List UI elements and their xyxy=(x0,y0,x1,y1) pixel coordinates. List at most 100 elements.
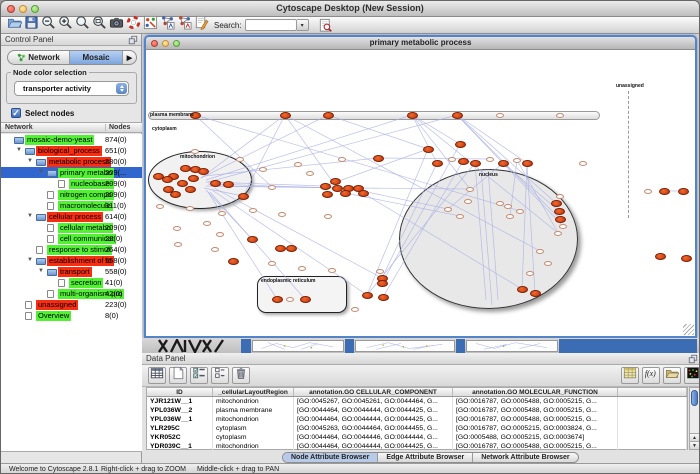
network-node-selected[interactable] xyxy=(320,183,331,190)
network-canvas[interactable]: plasma membrane cytoplasm mitochondrion … xyxy=(146,50,695,336)
network-window-title-bar[interactable]: primary metabolic process xyxy=(146,37,695,50)
network-node-unselected[interactable] xyxy=(351,307,359,312)
network-node-unselected[interactable] xyxy=(526,271,534,276)
tab-edge-attribute-browser[interactable]: Edge Attribute Browser xyxy=(378,453,473,462)
network-node-selected[interactable] xyxy=(330,178,341,185)
function-builder-button[interactable]: f(x) xyxy=(642,367,660,384)
tree-row-cell-communicat[interactable]: cell communicat22(0) xyxy=(1,233,142,244)
tab-overflow-button[interactable]: ▶ xyxy=(123,51,136,64)
tree-row-establishment-of-lo[interactable]: ▼establishment of lo558(0) xyxy=(1,255,142,266)
network-node-unselected[interactable] xyxy=(536,249,544,254)
network-node-unselected[interactable] xyxy=(186,206,194,211)
network-node-selected[interactable] xyxy=(185,186,196,193)
network-node-selected[interactable] xyxy=(180,165,191,172)
network-node-selected[interactable] xyxy=(162,176,173,183)
scroll-up-button[interactable]: ▲ xyxy=(690,433,699,441)
network-node-selected[interactable] xyxy=(555,216,566,223)
search-advanced-icon[interactable] xyxy=(318,18,333,33)
tree-row-transport[interactable]: ▼transport558(0) xyxy=(1,266,142,277)
network-node-unselected[interactable] xyxy=(191,149,199,154)
network-node-selected[interactable] xyxy=(362,292,373,299)
network-node-selected[interactable] xyxy=(530,290,541,297)
network-node-unselected[interactable] xyxy=(448,157,456,162)
network-node-unselected[interactable] xyxy=(456,214,464,219)
network-node-selected[interactable] xyxy=(323,112,334,119)
tree-row-unassigned[interactable]: unassigned223(0) xyxy=(1,299,142,310)
attribute-grid-button[interactable] xyxy=(148,367,166,384)
network-node-unselected[interactable] xyxy=(559,224,567,229)
network-node-selected[interactable] xyxy=(423,146,434,153)
network-node-unselected[interactable] xyxy=(556,194,564,199)
network-node-selected[interactable] xyxy=(275,245,286,252)
network-node-unselected[interactable] xyxy=(466,187,474,192)
network-node-unselected[interactable] xyxy=(324,214,332,219)
network-node-selected[interactable] xyxy=(554,208,565,215)
snapshot-icon[interactable] xyxy=(109,15,124,30)
tree-row-macromolecule[interactable]: macromolecule311(0) xyxy=(1,200,142,211)
network-node-unselected[interactable] xyxy=(268,261,276,266)
zoom-in-icon[interactable] xyxy=(58,15,73,30)
network-node-unselected[interactable] xyxy=(268,185,276,190)
tree-row-primary-metabo[interactable]: ▼primary metabo209(... xyxy=(1,167,142,178)
network-node-unselected[interactable] xyxy=(338,157,346,162)
network-node-selected[interactable] xyxy=(228,258,239,265)
network-node-unselected[interactable] xyxy=(286,297,294,302)
network-node-selected[interactable] xyxy=(498,160,509,167)
column-header--cellularlayoutregion[interactable]: _cellularLayoutRegion xyxy=(213,388,294,396)
table-row-ylr295c[interactable]: YLR295Ccytoplasm[GO:0045263, GO:0044464,… xyxy=(147,424,687,433)
network-node-unselected[interactable] xyxy=(218,211,226,216)
search-dropdown-button[interactable]: ▾ xyxy=(297,19,309,31)
network-node-unselected[interactable] xyxy=(554,231,562,236)
tab-mosaic[interactable]: Mosaic xyxy=(70,51,123,64)
network-node-selected[interactable] xyxy=(238,193,249,200)
table-row-yjr121w__1[interactable]: YJR121W__1mitochondrion[GO:0045267, GO:0… xyxy=(147,397,687,406)
vizmapper-icon[interactable] xyxy=(143,15,158,30)
network-node-unselected[interactable] xyxy=(496,201,504,206)
window-resize-grip[interactable] xyxy=(683,324,694,335)
network-node-selected[interactable] xyxy=(340,190,351,197)
delete-attribute-button[interactable] xyxy=(232,367,250,384)
network-node-unselected[interactable] xyxy=(486,157,494,162)
network-node-unselected[interactable] xyxy=(556,113,564,118)
attribute-matrix-button[interactable] xyxy=(621,367,639,384)
network-node-unselected[interactable] xyxy=(579,161,587,166)
network-node-unselected[interactable] xyxy=(216,232,224,237)
network-node-selected[interactable] xyxy=(177,180,188,187)
float-panel-icon[interactable] xyxy=(128,35,138,45)
network-node-selected[interactable] xyxy=(358,190,369,197)
network-node-unselected[interactable] xyxy=(259,167,267,172)
network-node-selected[interactable] xyxy=(247,236,258,243)
layout-network-red-icon[interactable] xyxy=(177,15,192,30)
network-node-unselected[interactable] xyxy=(516,209,524,214)
network-node-selected[interactable] xyxy=(452,112,463,119)
network-node-unselected[interactable] xyxy=(173,226,181,231)
network-node-selected[interactable] xyxy=(470,160,481,167)
network-node-selected[interactable] xyxy=(198,168,209,175)
table-row-ydr039c__1[interactable]: YDR039C__1mitochondrion[GO:0044464, GO:0… xyxy=(147,442,687,451)
network-node-selected[interactable] xyxy=(432,160,443,167)
network-node-selected[interactable] xyxy=(300,296,311,303)
network-node-unselected[interactable] xyxy=(211,247,219,252)
tree-row-cellular-metabo[interactable]: cellular metabo209(0) xyxy=(1,222,142,233)
column-header-id[interactable]: ID xyxy=(147,388,213,396)
tree-expand-arrow-icon[interactable]: ▼ xyxy=(16,147,22,154)
network-node-unselected[interactable] xyxy=(278,212,286,217)
network-node-unselected[interactable] xyxy=(544,261,552,266)
tree-expand-arrow-icon[interactable]: ▼ xyxy=(27,158,33,165)
network-node-selected[interactable] xyxy=(517,286,528,293)
network-node-selected[interactable] xyxy=(280,112,291,119)
network-node-unselected[interactable] xyxy=(156,204,164,209)
tree-expand-arrow-icon[interactable]: ▼ xyxy=(27,257,33,264)
table-scrollbar[interactable]: ▲ ▼ xyxy=(689,387,700,450)
network-node-selected[interactable] xyxy=(223,181,234,188)
table-row-ykr052c[interactable]: YKR052Ccytoplasm[GO:0044464, GO:0044446,… xyxy=(147,433,687,442)
network-node-selected[interactable] xyxy=(455,141,466,148)
network-node-selected[interactable] xyxy=(272,296,283,303)
network-node-unselected[interactable] xyxy=(464,199,472,204)
new-attribute-button[interactable] xyxy=(169,367,187,384)
help-icon[interactable] xyxy=(126,15,141,30)
zoom-selected-icon[interactable] xyxy=(75,15,90,30)
network-node-selected[interactable] xyxy=(286,245,297,252)
network-node-selected[interactable] xyxy=(407,112,418,119)
network-node-unselected[interactable] xyxy=(328,268,336,273)
